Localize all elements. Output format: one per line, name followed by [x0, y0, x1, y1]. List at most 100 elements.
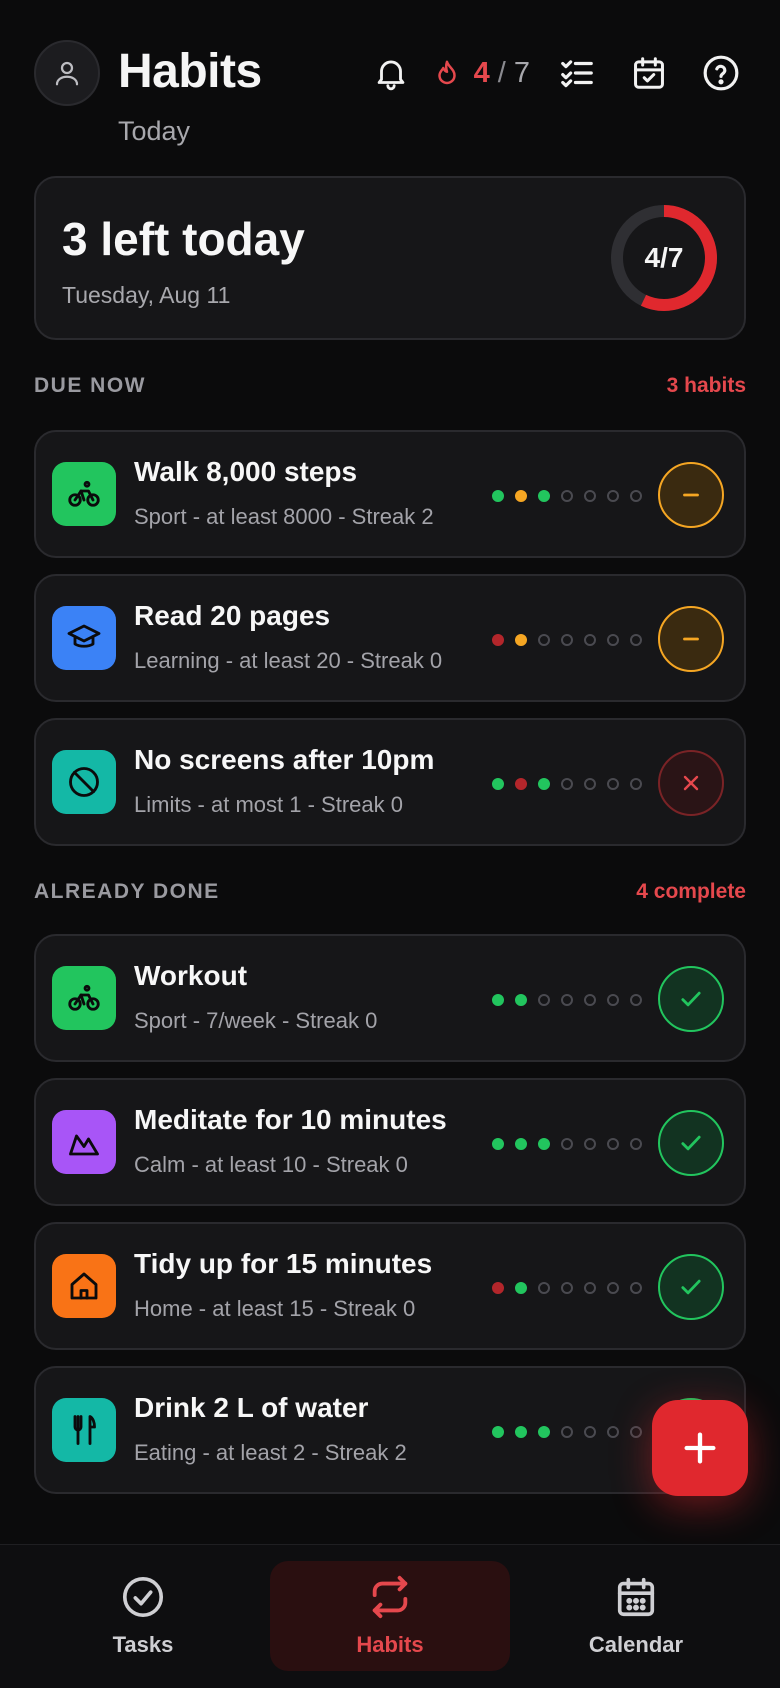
day-dot	[607, 778, 619, 790]
day-dot	[561, 778, 573, 790]
section-count: 4 complete	[636, 880, 746, 903]
calendar-check-button[interactable]	[624, 48, 674, 98]
streak-total: 7	[513, 56, 530, 89]
summary-date: Tuesday, Aug 11	[62, 282, 231, 308]
habit-subtitle: Sport - at least 8000 - Streak 2	[134, 504, 434, 529]
day-dot	[561, 1426, 573, 1438]
day-dot	[584, 1426, 596, 1438]
check-circle-icon	[122, 1576, 164, 1618]
day-dot	[538, 1138, 550, 1150]
week-progress-dots	[492, 1426, 642, 1438]
graduation-cap-icon	[52, 606, 116, 670]
day-dot	[607, 1426, 619, 1438]
habit-subtitle: Eating - at least 2 - Streak 2	[134, 1440, 407, 1465]
habit-check-button[interactable]	[658, 1254, 724, 1320]
habit-card[interactable]: Meditate for 10 minutes Calm - at least 1…	[34, 1078, 746, 1206]
day-dot	[538, 778, 550, 790]
nav-tasks[interactable]: Tasks	[23, 1561, 263, 1671]
day-dot	[607, 1138, 619, 1150]
day-dot	[561, 1138, 573, 1150]
habit-card[interactable]: Tidy up for 15 minutes Home - at least 15…	[34, 1222, 746, 1350]
minus-icon	[683, 637, 699, 641]
checklist-button[interactable]	[552, 48, 602, 98]
habit-card[interactable]: No screens after 10pm Limits - at most 1 …	[34, 718, 746, 846]
day-dot	[630, 634, 642, 646]
day-dot	[584, 994, 596, 1006]
habit-card[interactable]: Workout Sport - 7/week - Streak 0	[34, 934, 746, 1062]
habit-card[interactable]: Read 20 pages Learning - at least 20 - St…	[34, 574, 746, 702]
notifications-button[interactable]	[366, 48, 416, 98]
day-dot	[630, 778, 642, 790]
habit-title: Drink 2 L of water	[134, 1392, 369, 1423]
day-dot	[538, 634, 550, 646]
day-dot	[584, 1282, 596, 1294]
bottom-nav: Tasks Habits Calendar	[0, 1544, 780, 1688]
day-dot	[561, 994, 573, 1006]
day-dot	[492, 1138, 504, 1150]
add-habit-button[interactable]	[652, 1400, 748, 1496]
check-icon	[681, 991, 701, 1007]
user-icon	[55, 61, 79, 86]
habit-card[interactable]: Drink 2 L of water Eating - at least 2 - …	[34, 1366, 746, 1494]
section-due-now: DUE NOW 3 habits	[34, 374, 746, 404]
day-dot	[584, 490, 596, 502]
day-dot	[630, 490, 642, 502]
nav-habits[interactable]: Habits	[270, 1561, 510, 1671]
nav-tasks-label: Tasks	[112, 1632, 174, 1657]
close-icon	[683, 775, 699, 791]
day-dot	[561, 1282, 573, 1294]
day-dot	[538, 994, 550, 1006]
day-dot	[584, 1138, 596, 1150]
day-dot	[607, 490, 619, 502]
day-dot	[492, 490, 504, 502]
bell-icon	[377, 60, 404, 91]
nav-calendar[interactable]: Calendar	[516, 1561, 756, 1671]
section-count: 3 habits	[666, 374, 746, 397]
week-progress-dots	[492, 778, 642, 790]
day-dot	[538, 490, 550, 502]
help-button[interactable]	[696, 48, 746, 98]
section-title: DUE NOW	[34, 374, 146, 397]
calendar-check-icon	[634, 57, 664, 89]
header: Habits Today 4 / 7	[34, 38, 746, 150]
habit-title: Workout	[134, 960, 248, 991]
habit-subtitle: Sport - 7/week - Streak 0	[134, 1008, 378, 1033]
habit-check-button[interactable]	[658, 966, 724, 1032]
habit-minus-button[interactable]	[658, 462, 724, 528]
progress-ring-label: 4/7	[644, 242, 684, 273]
mountain-icon	[52, 1110, 116, 1174]
day-dot	[492, 1426, 504, 1438]
week-progress-dots	[492, 1282, 642, 1294]
section-already-done: ALREADY DONE 4 complete	[34, 880, 746, 910]
page-title: Habits	[118, 45, 262, 98]
habit-card[interactable]: Walk 8,000 steps Sport - at least 8000 - …	[34, 430, 746, 558]
habit-check-button[interactable]	[658, 1110, 724, 1176]
prohibited-icon	[52, 750, 116, 814]
habit-title: Tidy up for 15 minutes	[134, 1248, 433, 1279]
day-dot	[538, 1282, 550, 1294]
day-dot	[561, 490, 573, 502]
habit-title: Walk 8,000 steps	[134, 456, 358, 487]
streak-counter[interactable]: 4 / 7	[432, 57, 530, 90]
day-dot	[630, 1138, 642, 1150]
habit-x-button[interactable]	[658, 750, 724, 816]
habit-minus-button[interactable]	[658, 606, 724, 672]
day-dot	[630, 1426, 642, 1438]
day-dot	[515, 1282, 527, 1294]
day-dot	[607, 1282, 619, 1294]
streak-done: 4	[473, 56, 490, 89]
bicycle-icon	[52, 462, 116, 526]
day-dot	[492, 778, 504, 790]
habit-title: Meditate for 10 minutes	[134, 1104, 447, 1135]
day-dot	[607, 634, 619, 646]
week-progress-dots	[492, 994, 642, 1006]
day-dot	[630, 1282, 642, 1294]
streak-separator: /	[497, 56, 506, 89]
avatar[interactable]	[34, 40, 100, 106]
checklist-icon	[561, 60, 593, 88]
week-progress-dots	[492, 1138, 642, 1150]
week-progress-dots	[492, 634, 642, 646]
habit-subtitle: Calm - at least 10 - Streak 0	[134, 1152, 408, 1177]
summary-card: 3 left today Tuesday, Aug 11 4/7	[34, 176, 746, 340]
day-dot	[515, 994, 527, 1006]
